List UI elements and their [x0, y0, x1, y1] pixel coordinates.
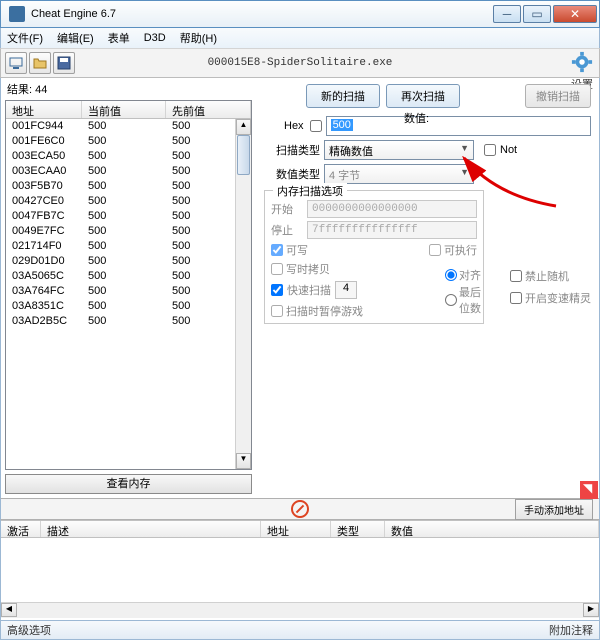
start-address-input[interactable]: 0000000000000000	[307, 200, 477, 218]
open-file-button[interactable]	[29, 52, 51, 74]
save-button[interactable]	[53, 52, 75, 74]
app-icon	[9, 6, 25, 22]
menubar: 文件(F) 编辑(E) 表单 D3D 帮助(H)	[0, 28, 600, 48]
corner-marker-icon[interactable]	[580, 481, 598, 499]
address-row[interactable]: 029D01D0500500	[6, 254, 251, 269]
stop-address-input[interactable]: 7fffffffffffffff	[307, 221, 477, 239]
floppy-icon	[57, 56, 71, 70]
window-close-button[interactable]: ✕	[553, 5, 597, 23]
scroll-up-button[interactable]: ▲	[236, 119, 251, 135]
col-description[interactable]: 描述	[41, 521, 261, 537]
address-row[interactable]: 003ECAA0500500	[6, 164, 251, 179]
not-checkbox[interactable]	[484, 144, 496, 156]
not-label: Not	[500, 144, 517, 156]
speedhack-checkbox[interactable]	[510, 292, 522, 304]
alignment-input[interactable]: 4	[335, 281, 357, 299]
value-input[interactable]: 500	[326, 116, 591, 136]
toolbar: 000015E8-SpiderSolitaire.exe 设置	[0, 48, 600, 78]
cheat-table-hscroll[interactable]: ◀ ▶	[1, 602, 599, 618]
undo-scan-button[interactable]: 撤销扫描	[525, 84, 591, 108]
process-name-label: 000015E8-SpiderSolitaire.exe	[208, 57, 393, 69]
col-current[interactable]: 当前值	[82, 101, 166, 118]
address-row[interactable]: 03A764FC500500	[6, 284, 251, 299]
table-extras-link[interactable]: 附加注释	[549, 622, 593, 638]
memopt-title: 内存扫描选项	[273, 183, 347, 199]
address-row[interactable]: 0049E7FC500500	[6, 224, 251, 239]
titlebar: Cheat Engine 6.7 ─ ▭ ✕	[0, 0, 600, 28]
no-random-checkbox[interactable]	[510, 270, 522, 282]
open-process-button[interactable]	[5, 52, 27, 74]
computer-icon	[8, 55, 24, 71]
hex-checkbox[interactable]	[310, 120, 322, 132]
new-scan-button[interactable]: 新的扫描	[306, 84, 380, 108]
scroll-down-button[interactable]: ▼	[236, 453, 251, 469]
pause-game-checkbox[interactable]	[271, 305, 283, 317]
address-row[interactable]: 021714F0500500	[6, 239, 251, 254]
menu-table[interactable]: 表单	[108, 30, 130, 46]
executable-checkbox[interactable]	[429, 244, 441, 256]
statusbar: 高级选项 附加注释	[0, 620, 600, 640]
cheat-table[interactable]: 激活 描述 地址 类型 数值 ◀ ▶	[0, 520, 600, 620]
mid-toolbar: 手动添加地址	[0, 498, 600, 520]
view-memory-button[interactable]: 查看内存	[5, 474, 252, 494]
scan-type-label: 扫描类型	[264, 142, 320, 158]
value-label: 数值:	[404, 110, 429, 126]
address-list-scrollbar[interactable]: ▲ ▼	[235, 119, 251, 469]
fast-scan-label: 快速扫描	[287, 282, 331, 298]
start-label: 开始	[271, 201, 301, 217]
advanced-options-link[interactable]: 高级选项	[7, 622, 51, 638]
memory-scan-options-group: 内存扫描选项 开始 0000000000000000 停止 7fffffffff…	[264, 190, 484, 324]
speedhack-label: 开启变速精灵	[525, 290, 591, 306]
col-value[interactable]: 数值	[385, 521, 599, 537]
col-previous[interactable]: 先前值	[166, 101, 251, 118]
address-row[interactable]: 003F5B70500500	[6, 179, 251, 194]
value-type-combo[interactable]: 4 字节	[324, 164, 474, 184]
no-entry-icon[interactable]	[291, 500, 309, 518]
address-row[interactable]: 001FE6C0500500	[6, 134, 251, 149]
hscroll-left[interactable]: ◀	[1, 603, 17, 617]
address-row[interactable]: 03A5065C500500	[6, 269, 251, 284]
result-count-label: 结果: 44	[1, 78, 256, 100]
address-list-header: 地址 当前值 先前值	[6, 101, 251, 119]
col-active[interactable]: 激活	[1, 521, 41, 537]
no-random-label: 禁止随机	[525, 268, 569, 284]
writable-label: 可写	[286, 242, 308, 258]
menu-file[interactable]: 文件(F)	[7, 30, 43, 46]
value-type-label: 数值类型	[264, 166, 320, 182]
address-row[interactable]: 03AD2B5C500500	[6, 314, 251, 329]
copy-on-write-checkbox[interactable]	[271, 263, 283, 275]
fast-scan-checkbox[interactable]	[271, 284, 283, 296]
last-digit-radio[interactable]	[445, 294, 457, 306]
address-row[interactable]: 03A8351C500500	[6, 299, 251, 314]
hscroll-right[interactable]: ▶	[583, 603, 599, 617]
align-radio[interactable]	[445, 269, 457, 281]
address-list[interactable]: 地址 当前值 先前值 001FC944500500001FE6C05005000…	[5, 100, 252, 470]
window-title: Cheat Engine 6.7	[31, 8, 493, 20]
menu-d3d[interactable]: D3D	[144, 32, 166, 44]
address-row[interactable]: 001FC944500500	[6, 119, 251, 134]
address-row[interactable]: 00427CE0500500	[6, 194, 251, 209]
executable-label: 可执行	[444, 242, 477, 258]
menu-help[interactable]: 帮助(H)	[180, 30, 217, 46]
scan-type-combo[interactable]: 精确数值	[324, 140, 474, 160]
hex-label: Hex	[284, 120, 304, 132]
col-address[interactable]: 地址	[6, 101, 82, 118]
pause-label: 扫描时暂停游戏	[286, 303, 363, 319]
settings-gear-icon	[571, 51, 593, 73]
window-maximize-button[interactable]: ▭	[523, 5, 551, 23]
window-minimize-button[interactable]: ─	[493, 5, 521, 23]
address-row[interactable]: 0047FB7C500500	[6, 209, 251, 224]
scroll-thumb[interactable]	[237, 135, 250, 175]
col-type[interactable]: 类型	[331, 521, 385, 537]
next-scan-button[interactable]: 再次扫描	[386, 84, 460, 108]
menu-edit[interactable]: 编辑(E)	[57, 30, 94, 46]
folder-open-icon	[33, 56, 47, 70]
cow-label: 写时拷贝	[286, 261, 330, 277]
address-row[interactable]: 003ECA50500500	[6, 149, 251, 164]
add-address-manual-button[interactable]: 手动添加地址	[515, 499, 593, 520]
col-address2[interactable]: 地址	[261, 521, 331, 537]
writable-checkbox[interactable]	[271, 244, 283, 256]
stop-label: 停止	[271, 222, 301, 238]
